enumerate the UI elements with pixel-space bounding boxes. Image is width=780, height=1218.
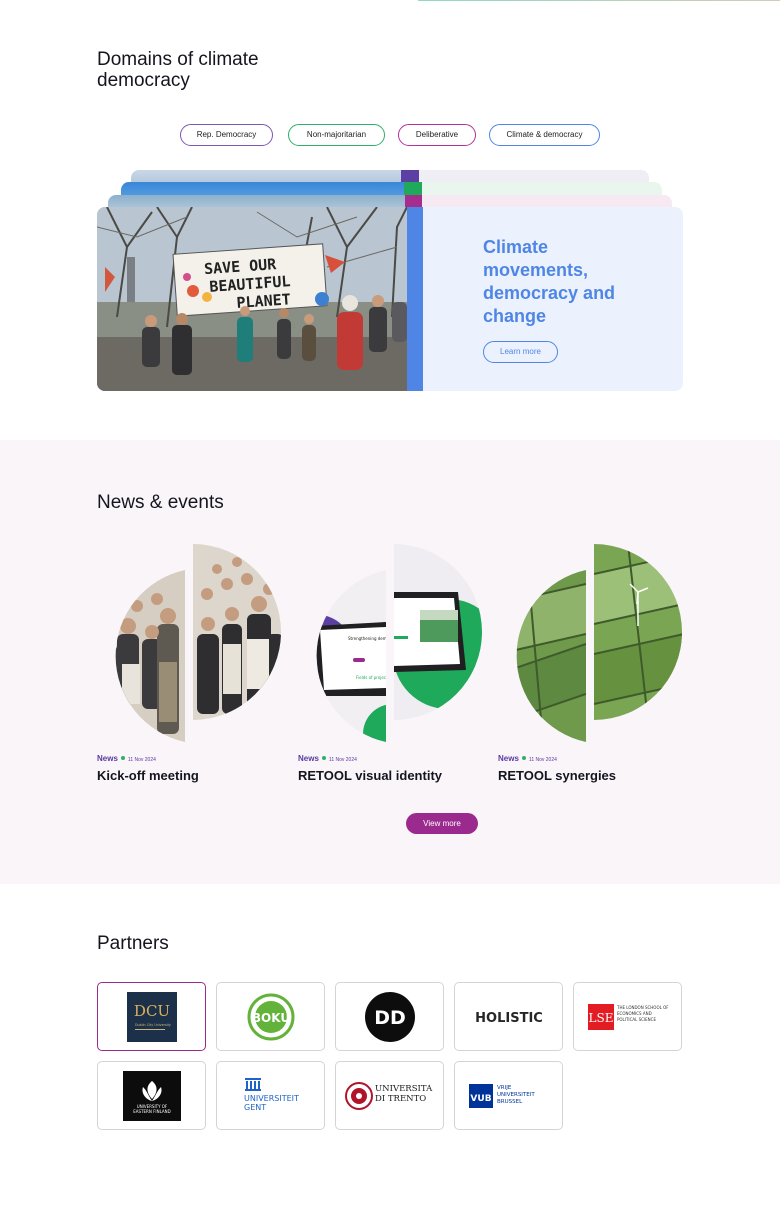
- news-card-synergies[interactable]: News 11 Nov 2024 RETOOL synergies: [498, 544, 684, 784]
- news-image-laptop: Strengthening democratic governance for …: [316, 544, 482, 742]
- ugent-logo-icon: UNIVERSITEIT GENT: [243, 1077, 299, 1112]
- partner-logo-dcu[interactable]: DCU Dublin City University: [97, 982, 206, 1051]
- news-title[interactable]: RETOOL synergies: [498, 768, 616, 783]
- partner-logo-trento[interactable]: UNIVERSITÀ DI TRENTO: [335, 1061, 444, 1130]
- news-tag: News: [298, 754, 319, 763]
- protest-photo: SAVE OUR BEAUTIFUL PLANET: [97, 207, 407, 391]
- trento-logo-icon: UNIVERSITÀ DI TRENTO: [344, 1081, 432, 1110]
- partners-section: Partners DCU Dublin City University BOKU…: [0, 884, 780, 1218]
- boku-wordmark: BOKU: [251, 1011, 289, 1025]
- lse-fullname: THE LONDON SCHOOL OF ECONOMICS AND POLIT…: [616, 1004, 669, 1022]
- partner-logo-lse[interactable]: LSE THE LONDON SCHOOL OF ECONOMICS AND P…: [573, 982, 682, 1051]
- domains-heading: Domains of climate democracy: [97, 49, 259, 91]
- news-dot-icon: [521, 756, 526, 761]
- domains-section: Domains of climate democracy Rep. Democr…: [0, 0, 780, 440]
- news-title[interactable]: Kick-off meeting: [97, 768, 199, 783]
- news-date: 11 Nov 2024: [328, 757, 357, 763]
- partner-logo-dd[interactable]: DD: [335, 982, 444, 1051]
- news-meta: News 11 Nov 2024: [97, 754, 156, 763]
- holistic-wordmark: HOLISTIC: [475, 1011, 543, 1026]
- ugent-wordmark: UNIVERSITEIT GENT: [243, 1093, 299, 1112]
- boku-logo-icon: BOKU: [247, 993, 294, 1040]
- pill-deliberative[interactable]: Deliberative: [398, 124, 476, 146]
- pill-rep-democracy[interactable]: Rep. Democracy: [180, 124, 273, 146]
- news-dot-icon: [120, 756, 125, 761]
- uef-logo-icon: UNIVERSITY OF EASTERN FINLAND: [122, 1070, 181, 1121]
- partner-logo-ugent[interactable]: UNIVERSITEIT GENT: [216, 1061, 325, 1130]
- uef-wordmark: UNIVERSITY OF EASTERN FINLAND: [132, 1103, 171, 1114]
- screen-subheading: Fields of project: [356, 675, 388, 680]
- news-image-fields: [516, 544, 682, 742]
- news-tag: News: [97, 754, 118, 763]
- lse-logo-icon: LSE THE LONDON SCHOOL OF ECONOMICS AND P…: [587, 1003, 669, 1030]
- news-section: News & events News 11 Nov 2024 Kick-off …: [0, 440, 780, 884]
- news-meta: News 11 Nov 2024: [298, 754, 357, 763]
- news-heading: News & events: [97, 492, 224, 513]
- partner-logo-boku[interactable]: BOKU: [216, 982, 325, 1051]
- dcu-wordmark: DCU: [133, 1002, 169, 1020]
- learn-more-button[interactable]: Learn more: [483, 341, 558, 363]
- pill-non-majoritarian[interactable]: Non-majoritarian: [288, 124, 385, 146]
- news-image-group-photo: [115, 544, 281, 742]
- featured-domain-card: SAVE OUR BEAUTIFUL PLANET Climate moveme…: [97, 207, 683, 391]
- news-title[interactable]: RETOOL visual identity: [298, 768, 442, 783]
- dd-logo-icon: DD: [364, 991, 415, 1042]
- partner-logo-uef[interactable]: UNIVERSITY OF EASTERN FINLAND: [97, 1061, 206, 1130]
- vub-fullname: VRIJE UNIVERSITEIT BRUSSEL: [496, 1084, 535, 1105]
- lse-wordmark: LSE: [588, 1011, 613, 1025]
- news-meta: News 11 Nov 2024: [498, 754, 557, 763]
- dd-wordmark: DD: [374, 1007, 406, 1029]
- partner-logo-vub[interactable]: VUB VRIJE UNIVERSITEIT BRUSSEL: [454, 1061, 563, 1130]
- partners-heading: Partners: [97, 933, 169, 954]
- dcu-subtitle: Dublin City University: [135, 1023, 171, 1027]
- partner-logo-holistic[interactable]: HOLISTIC: [454, 982, 563, 1051]
- dcu-logo-icon: DCU Dublin City University: [126, 991, 177, 1042]
- top-divider: [418, 0, 780, 1]
- news-tag: News: [498, 754, 519, 763]
- pill-climate-democracy[interactable]: Climate & democracy: [489, 124, 600, 146]
- card-title: Climate movements, democracy and change: [483, 237, 616, 326]
- domain-filter-pills: Rep. Democracy Non-majoritarian Delibera…: [0, 124, 780, 146]
- news-dot-icon: [321, 756, 326, 761]
- news-card-kickoff[interactable]: News 11 Nov 2024 Kick-off meeting: [97, 544, 283, 784]
- news-date: 11 Nov 2024: [127, 757, 156, 763]
- holistic-logo-icon: HOLISTIC: [475, 1011, 543, 1026]
- news-date: 11 Nov 2024: [528, 757, 557, 763]
- vub-logo-icon: VUB VRIJE UNIVERSITEIT BRUSSEL: [468, 1083, 535, 1108]
- vub-wordmark: VUB: [470, 1094, 491, 1104]
- view-more-button[interactable]: View more: [406, 813, 478, 834]
- card-accent-stripe: [407, 207, 423, 391]
- trento-wordmark: UNIVERSITÀ DI TRENTO: [374, 1083, 432, 1104]
- news-card-visual-identity[interactable]: Strengthening democratic governance for …: [298, 544, 484, 784]
